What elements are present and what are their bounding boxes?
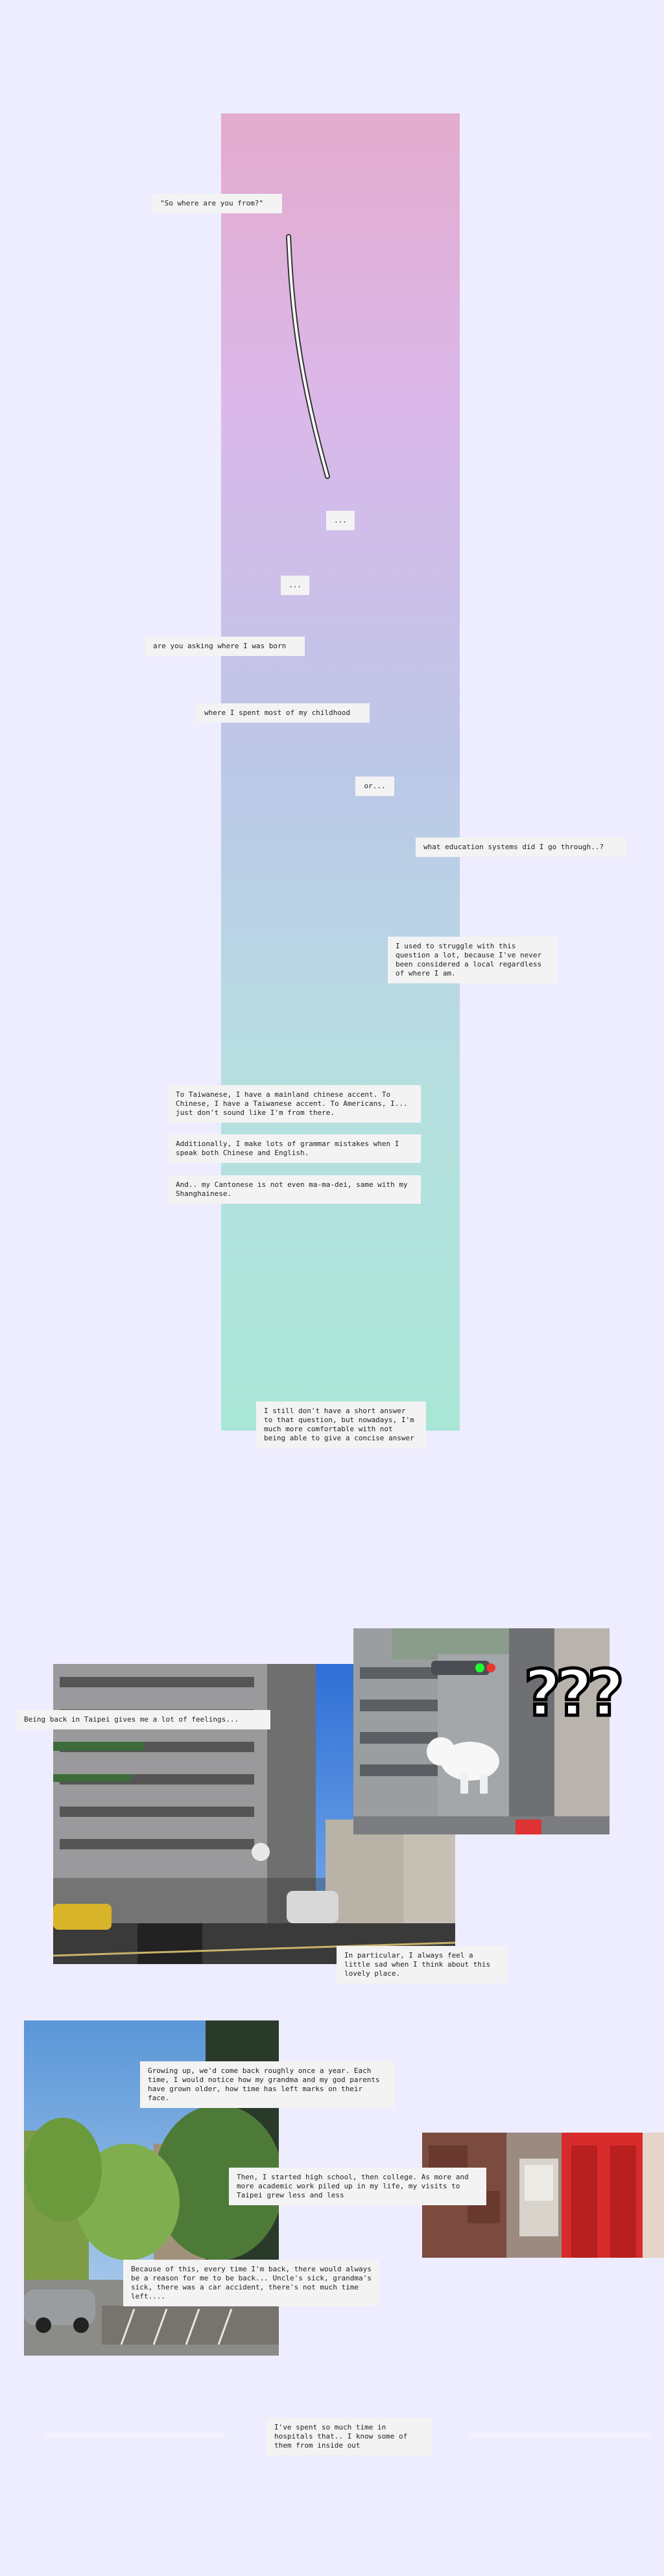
question-education: what education systems did I go through.… [416, 837, 626, 857]
question-or: or... [355, 777, 394, 796]
paragraph-struggle: I used to struggle with this question a … [388, 937, 558, 983]
paragraph-cantonese: And.. my Cantonese is not even ma-ma-dei… [168, 1175, 421, 1204]
family-school: Then, I started high school, then colleg… [229, 2168, 486, 2205]
taipei-sad: In particular, I always feel a little sa… [337, 1946, 507, 1984]
paragraph-grammar: Additionally, I make lots of grammar mis… [168, 1134, 421, 1163]
hand-drawn-line [286, 234, 330, 479]
taipei-feelings: Being back in Taipei gives me a lot of f… [16, 1710, 270, 1729]
ellipsis-bubble-2: ... [281, 576, 309, 595]
question-where-from: "So where are you from?" [152, 194, 282, 213]
paragraph-accent: To Taiwanese, I have a mainland chinese … [168, 1085, 421, 1123]
gradient-panel [221, 113, 460, 1431]
divider-right [467, 2432, 650, 2438]
family-hospitals: I've spent so much time in hospitals tha… [267, 2418, 432, 2455]
question-marks: ??? [523, 1657, 626, 1731]
question-childhood: where I spent most of my childhood [196, 703, 370, 723]
family-growing-up: Growing up, we'd come back roughly once … [140, 2061, 395, 2108]
question-born: are you asking where I was born [145, 637, 305, 656]
ellipsis-bubble-1: ... [326, 511, 355, 530]
paragraph-concise-answer: I still don't have a short answer to tha… [256, 1401, 426, 1448]
family-reason-back: Because of this, every time I'm back, th… [123, 2260, 379, 2306]
divider-left [45, 2432, 225, 2438]
